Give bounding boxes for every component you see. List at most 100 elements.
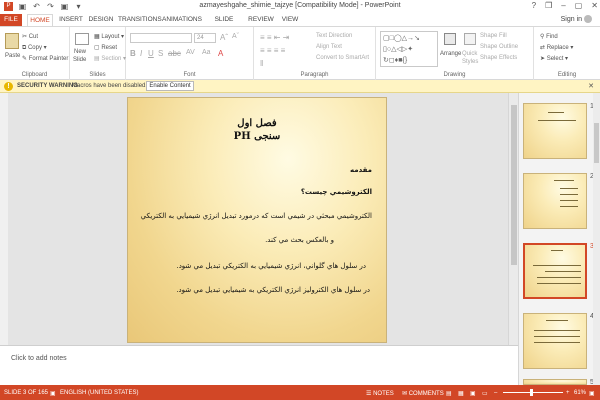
- tab-view[interactable]: VIEW: [280, 14, 300, 26]
- slide-body-line[interactable]: در سلول هاي گلواني، انرژي شيميايي به الك…: [176, 262, 366, 270]
- shrink-font-icon[interactable]: Aˇ: [232, 33, 239, 40]
- font-name-combo[interactable]: [130, 33, 192, 43]
- font-color-icon[interactable]: A: [218, 49, 223, 58]
- arrange-icon[interactable]: [444, 33, 456, 45]
- shape-fill-button[interactable]: Shape Fill: [480, 33, 507, 39]
- slide-thumbnail-3[interactable]: [523, 243, 587, 299]
- close-warning-icon[interactable]: ✕: [588, 82, 594, 90]
- slide-thumbnail-1[interactable]: [523, 103, 587, 159]
- columns-icon[interactable]: ‖: [260, 59, 263, 68]
- new-slide-button[interactable]: New: [74, 49, 86, 55]
- slide-body-line[interactable]: و بالعكس بحث مي كند.: [265, 236, 334, 244]
- align-icons[interactable]: ≡ ≡ ≡ ≡: [260, 46, 285, 55]
- arrange-button[interactable]: Arrange: [440, 51, 461, 57]
- drawing-group-label: Drawing: [443, 72, 466, 78]
- paste-icon[interactable]: [5, 33, 19, 49]
- paste-button[interactable]: Paste: [5, 53, 20, 59]
- minimize-icon[interactable]: –: [561, 1, 565, 10]
- zoom-level[interactable]: 61%: [574, 390, 586, 396]
- comments-button[interactable]: ✉ COMMENTS: [402, 390, 444, 397]
- bold-icon[interactable]: B: [130, 49, 136, 58]
- slide-body-question[interactable]: الكتروشيمي چيست؟: [301, 188, 372, 196]
- thumbnail-scrollbar[interactable]: [593, 93, 600, 385]
- normal-view-icon[interactable]: ▤: [446, 390, 452, 397]
- tab-insert[interactable]: INSERT: [58, 14, 84, 26]
- fit-slide-icon[interactable]: ▣: [589, 390, 595, 397]
- slide-body-line[interactable]: الكتروشيمي مبحثي در شيمي است كه درمورد ت…: [141, 212, 372, 220]
- shape-effects-button[interactable]: Shape Effects: [480, 55, 517, 61]
- tab-design[interactable]: DESIGN: [88, 14, 114, 26]
- layout-button[interactable]: ▦ Layout ▾: [94, 33, 124, 40]
- tab-transitions[interactable]: TRANSITIONS: [118, 14, 162, 26]
- close-icon[interactable]: ✕: [591, 1, 598, 10]
- maximize-icon[interactable]: ▢: [575, 1, 583, 10]
- slideshow-view-icon[interactable]: ▭: [482, 390, 488, 397]
- section-button[interactable]: ▤ Section ▾: [94, 55, 126, 62]
- tab-file[interactable]: FILE: [0, 14, 22, 26]
- grow-font-icon[interactable]: Aˆ: [220, 33, 228, 42]
- current-slide[interactable]: فصل اول PH سنجی مقدمه الكتروشيمي چيست؟ ا…: [127, 97, 387, 343]
- new-slide-button-line2[interactable]: Slide: [73, 57, 86, 63]
- zoom-out-icon[interactable]: –: [494, 390, 497, 396]
- notes-placeholder[interactable]: Click to add notes: [11, 355, 67, 362]
- editor-vertical-scrollbar[interactable]: [508, 93, 518, 345]
- char-spacing-icon[interactable]: AV: [186, 49, 195, 56]
- slide-thumbnail-2[interactable]: [523, 173, 587, 229]
- shadow-icon[interactable]: S: [158, 49, 163, 58]
- underline-icon[interactable]: U: [148, 49, 154, 58]
- reading-view-icon[interactable]: ▣: [470, 390, 476, 397]
- slide-title-line2[interactable]: PH سنجی: [128, 131, 386, 142]
- tab-animations[interactable]: ANIMATIONS: [162, 14, 202, 26]
- shape-outline-button[interactable]: Shape Outline: [480, 44, 518, 50]
- zoom-slider[interactable]: [503, 392, 563, 393]
- editor-scroll-thumb[interactable]: [511, 105, 517, 265]
- select-button[interactable]: ➤ Select ▾: [540, 55, 568, 62]
- tab-review[interactable]: REVIEW: [248, 14, 274, 26]
- align-text-button[interactable]: Align Text: [316, 44, 342, 50]
- shapes-gallery[interactable]: ▢□◯△→↘ ▯○△◁▷✦ ↻◻♦■{}: [380, 31, 438, 67]
- zoom-in-icon[interactable]: +: [566, 390, 570, 396]
- ribbon-display-icon[interactable]: ❒: [545, 1, 552, 10]
- convert-smartart-button[interactable]: Convert to SmartArt: [316, 55, 369, 61]
- change-case-icon[interactable]: Aa: [202, 49, 211, 56]
- slide-sorter-icon[interactable]: ▦: [458, 390, 464, 397]
- strikethrough-icon[interactable]: abc: [168, 49, 181, 58]
- slide-title-line1[interactable]: فصل اول: [128, 118, 386, 129]
- thumbnail-scroll-thumb[interactable]: [594, 123, 599, 163]
- sign-in-link[interactable]: Sign in: [561, 15, 592, 23]
- reset-icon: ▢: [94, 45, 100, 51]
- new-slide-icon[interactable]: [75, 33, 89, 45]
- section-label: Section: [101, 56, 122, 62]
- cut-button[interactable]: ✂ Cut: [22, 33, 38, 40]
- slide-body-heading[interactable]: مقدمه: [350, 166, 372, 174]
- replace-icon: ⇄: [540, 45, 546, 51]
- italic-icon[interactable]: I: [140, 49, 142, 58]
- left-ruler-area: [0, 93, 8, 345]
- copy-button[interactable]: ⧉ Copy ▾: [22, 44, 47, 52]
- bullets-icon[interactable]: ≡ ≡ ⇤ ⇥: [260, 33, 289, 42]
- slide-thumbnail-4[interactable]: [523, 313, 587, 369]
- notes-button[interactable]: ☰ NOTES: [366, 390, 394, 397]
- title-bar: P ▣ ↶ ↷ ▣ ▾ azmayeshgahe_shimie_tajzye […: [0, 0, 600, 14]
- reset-button[interactable]: ▢ Reset: [94, 44, 117, 51]
- format-painter-button[interactable]: ✎ Format Painter: [22, 55, 68, 62]
- quick-styles-button[interactable]: Quick: [462, 51, 477, 57]
- tab-home[interactable]: HOME: [27, 14, 53, 26]
- tab-slide-show[interactable]: SLIDE SHOW: [206, 14, 242, 35]
- notes-pane[interactable]: Click to add notes: [0, 345, 518, 385]
- paragraph-group-label: Paragraph: [300, 72, 329, 78]
- find-button[interactable]: ⚲ Find: [540, 33, 558, 40]
- text-direction-button[interactable]: Text Direction: [316, 33, 352, 39]
- slide-body-line[interactable]: در سلول هاي الكتروليز انرژي الكتريكي به …: [176, 286, 370, 294]
- enable-content-button[interactable]: Enable Content: [146, 81, 194, 91]
- language-indicator[interactable]: ENGLISH (UNITED STATES): [60, 390, 138, 396]
- font-size-combo[interactable]: 24: [194, 33, 216, 43]
- quick-styles-button-line2[interactable]: Styles: [462, 59, 478, 65]
- editing-group-label: Editing: [557, 72, 577, 78]
- quick-styles-icon[interactable]: [464, 33, 476, 45]
- zoom-slider-thumb[interactable]: [530, 389, 533, 396]
- help-icon[interactable]: ?: [532, 1, 536, 10]
- spell-check-icon[interactable]: ▣: [50, 390, 56, 397]
- replace-button[interactable]: ⇄ Replace ▾: [540, 44, 573, 51]
- layout-icon: ▦: [94, 34, 100, 40]
